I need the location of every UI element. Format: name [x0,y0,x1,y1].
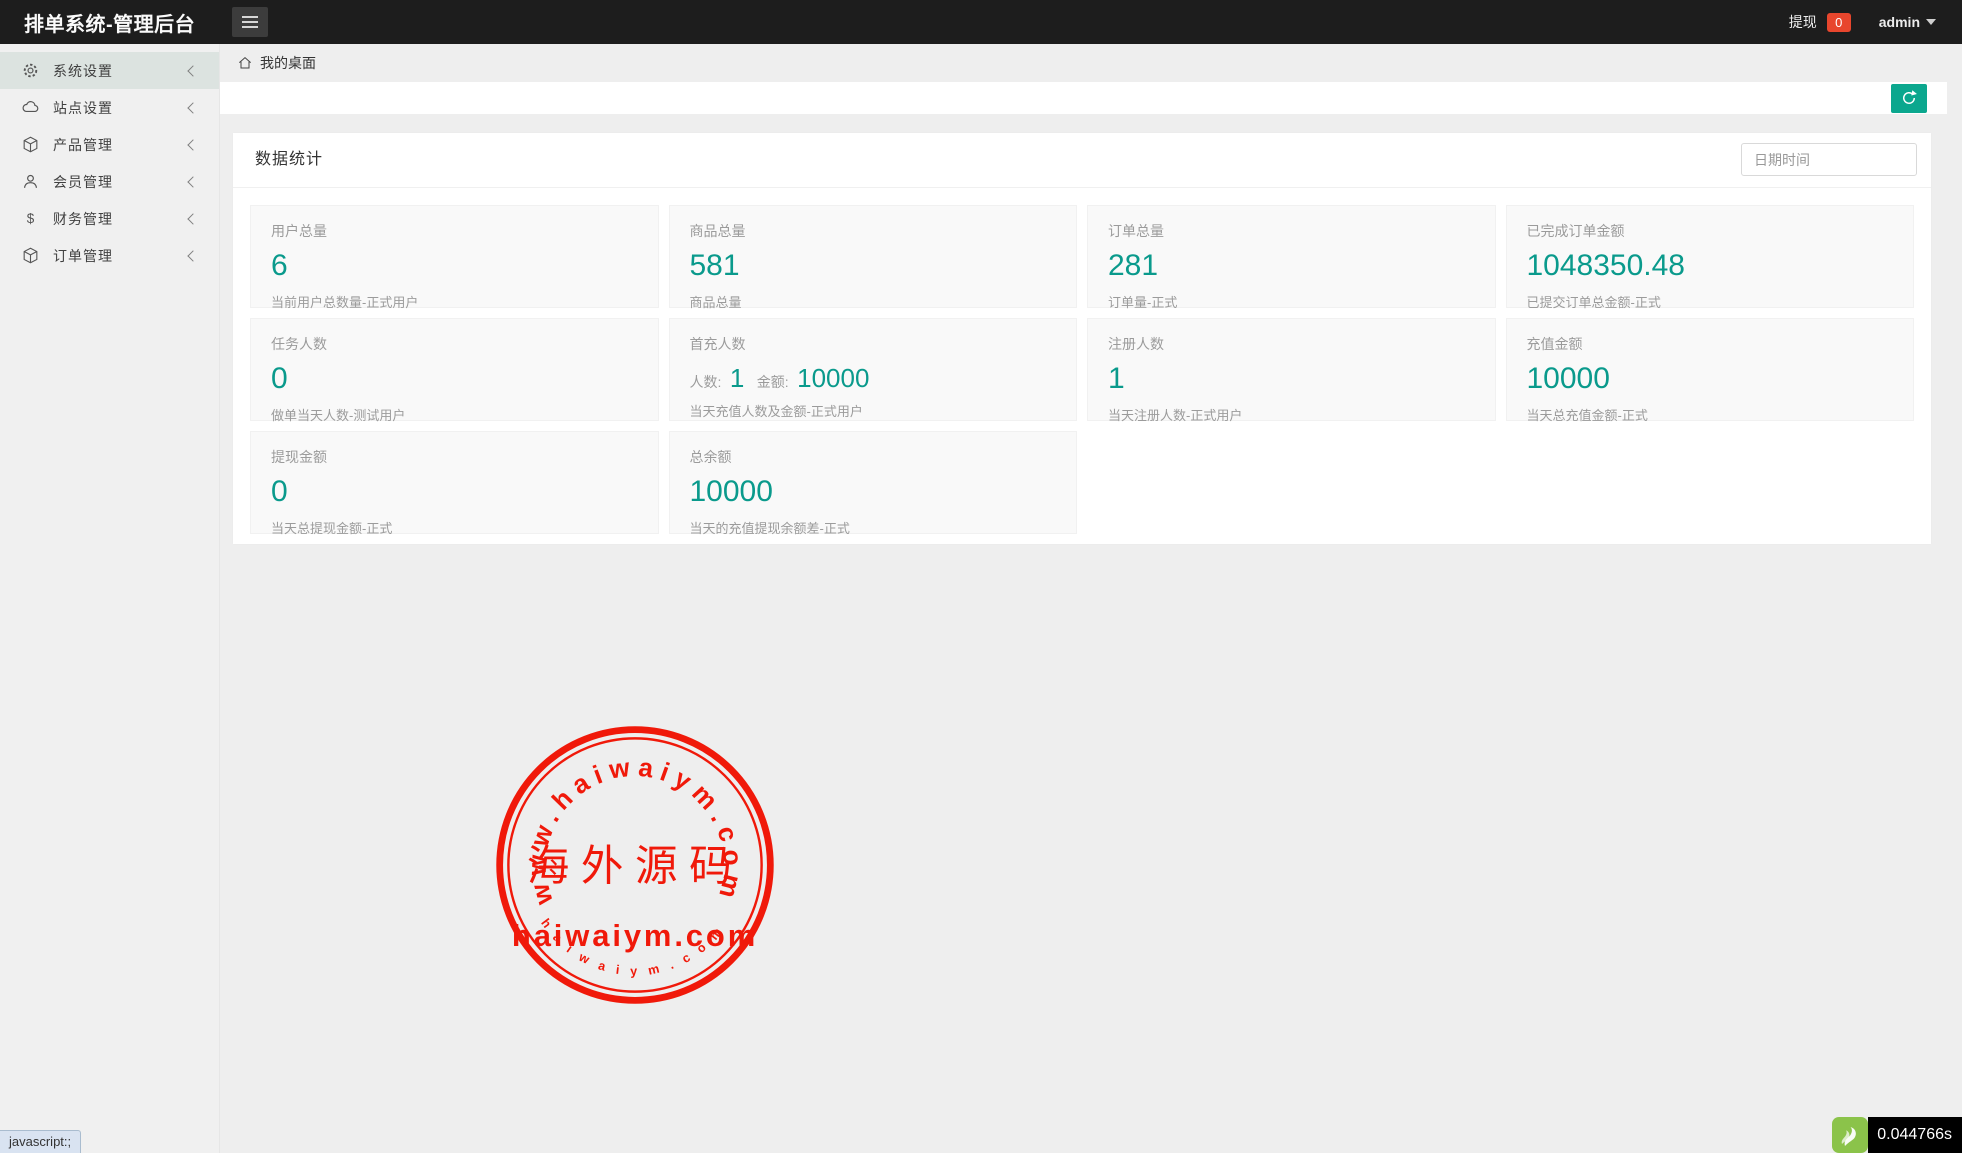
stat-desc: 做单当天人数-测试用户 [271,405,638,424]
stat-desc: 当天的充值提现余额差-正式 [690,518,1057,537]
cube-icon [20,135,40,155]
stat-value: 1048350.48 [1527,249,1894,284]
stat-desc: 当天总提现金额-正式 [271,518,638,537]
sidebar-item-member-management[interactable]: 会员管理 [0,163,219,200]
main-content: 我的桌面 数据统计 用户总量 6 当前用户总数量-正式用户 商品总量 581 [220,44,1962,1153]
svg-text:$: $ [26,211,34,226]
stat-value: 6 [271,249,638,284]
stat-value: 10000 [690,475,1057,510]
stat-value: 0 [271,475,638,510]
sidebar-item-label: 会员管理 [53,172,189,192]
exec-time-widget: 0.044766s [1832,1117,1962,1153]
stat-desc: 当天注册人数-正式用户 [1108,405,1475,424]
refresh-button[interactable] [1891,84,1927,113]
refresh-icon [1900,89,1918,107]
stat-value: 1 [1108,362,1475,397]
stat-label: 充值金额 [1527,334,1894,354]
stat-desc: 商品总量 [690,292,1057,311]
topbar-right: 提现 0 admin [1789,12,1962,32]
stat-sub-label: 金额: [757,374,789,390]
data-statistics-panel: 数据统计 用户总量 6 当前用户总数量-正式用户 商品总量 581 商品总量 订… [233,133,1931,544]
chevron-left-icon [187,65,198,76]
stat-label: 订单总量 [1108,221,1475,241]
date-time-input[interactable] [1741,143,1917,176]
home-icon [237,55,253,71]
panel-header: 数据统计 [233,133,1931,188]
app-title: 排单系统-管理后台 [0,8,220,37]
breadcrumb-label: 我的桌面 [260,53,316,73]
sidebar: 系统设置 站点设置 产品管理 会员管理 $ [0,44,220,1153]
stat-label: 注册人数 [1108,334,1475,354]
breadcrumb: 我的桌面 [220,44,1962,82]
stat-value: 10000 [1527,362,1894,397]
stat-sub-value: 10000 [797,363,869,393]
stat-desc: 当天充值人数及金额-正式用户 [690,401,1057,420]
panel-title: 数据统计 [255,133,323,187]
stat-value: 281 [1108,249,1475,284]
sidebar-item-label: 系统设置 [53,61,189,81]
chevron-left-icon [187,139,198,150]
withdraw-link[interactable]: 提现 [1789,12,1817,32]
top-header: 排单系统-管理后台 提现 0 admin [0,0,1962,44]
chevron-down-icon [1926,19,1936,25]
sidebar-item-product-management[interactable]: 产品管理 [0,126,219,163]
stat-card-registered-users: 注册人数 1 当天注册人数-正式用户 [1087,318,1496,421]
stat-label: 首充人数 [690,334,1057,354]
chevron-left-icon [187,176,198,187]
dollar-icon: $ [20,209,40,229]
sidebar-item-label: 财务管理 [53,209,189,229]
stat-label: 任务人数 [271,334,638,354]
stat-card-withdraw-amount: 提现金额 0 当天总提现金额-正式 [250,431,659,534]
stat-desc: 已提交订单总金额-正式 [1527,292,1894,311]
sidebar-item-label: 站点设置 [53,98,189,118]
sidebar-item-site-settings[interactable]: 站点设置 [0,89,219,126]
gear-icon [20,61,40,81]
user-icon [20,172,40,192]
stat-value: 0 [271,362,638,397]
sidebar-item-label: 产品管理 [53,135,189,155]
stat-desc: 当天总充值金额-正式 [1527,405,1894,424]
page: 排单系统-管理后台 提现 0 admin 系统设置 站点设置 [0,0,1962,1153]
stat-label: 总余额 [690,447,1057,467]
menu-toggle-button[interactable] [232,7,268,37]
stat-sub-label: 人数: [690,374,722,390]
exec-time-badge[interactable]: 0.044766s [1868,1117,1962,1153]
stat-value-mixed: 人数: 1 金额: 10000 [690,364,1057,393]
stat-card-total-balance: 总余额 10000 当天的充值提现余额差-正式 [669,431,1078,534]
stat-label: 商品总量 [690,221,1057,241]
stat-card-total-orders: 订单总量 281 订单量-正式 [1087,205,1496,308]
hamburger-icon [242,16,258,18]
cloud-icon [20,98,40,118]
status-link-hint: javascript:; [0,1130,81,1153]
stat-desc: 订单量-正式 [1108,292,1475,311]
stat-card-recharge-amount: 充值金额 10000 当天总充值金额-正式 [1506,318,1915,421]
username: admin [1879,14,1920,30]
stat-card-completed-order-amount: 已完成订单金额 1048350.48 已提交订单总金额-正式 [1506,205,1915,308]
withdraw-count-badge[interactable]: 0 [1827,13,1851,32]
sidebar-item-order-management[interactable]: 订单管理 [0,237,219,274]
stat-sub-value: 1 [730,363,744,393]
thinkphp-logo-icon[interactable] [1832,1117,1868,1153]
toolbar [220,82,1947,114]
chevron-left-icon [187,102,198,113]
stat-card-first-recharge: 首充人数 人数: 1 金额: 10000 当天充值人数及金额-正式用户 [669,318,1078,421]
stat-value: 581 [690,249,1057,284]
stat-card-total-users: 用户总量 6 当前用户总数量-正式用户 [250,205,659,308]
stat-label: 用户总量 [271,221,638,241]
stat-desc: 当前用户总数量-正式用户 [271,292,638,311]
stats-grid: 用户总量 6 当前用户总数量-正式用户 商品总量 581 商品总量 订单总量 2… [233,188,1931,544]
sidebar-item-system-settings[interactable]: 系统设置 [0,52,219,89]
cube-icon [20,246,40,266]
stat-label: 提现金额 [271,447,638,467]
sidebar-item-finance-management[interactable]: $ 财务管理 [0,200,219,237]
chevron-left-icon [187,250,198,261]
stat-card-task-users: 任务人数 0 做单当天人数-测试用户 [250,318,659,421]
chevron-left-icon [187,213,198,224]
sidebar-item-label: 订单管理 [53,246,189,266]
stat-label: 已完成订单金额 [1527,221,1894,241]
user-menu[interactable]: admin [1879,14,1936,30]
stat-card-total-products: 商品总量 581 商品总量 [669,205,1078,308]
